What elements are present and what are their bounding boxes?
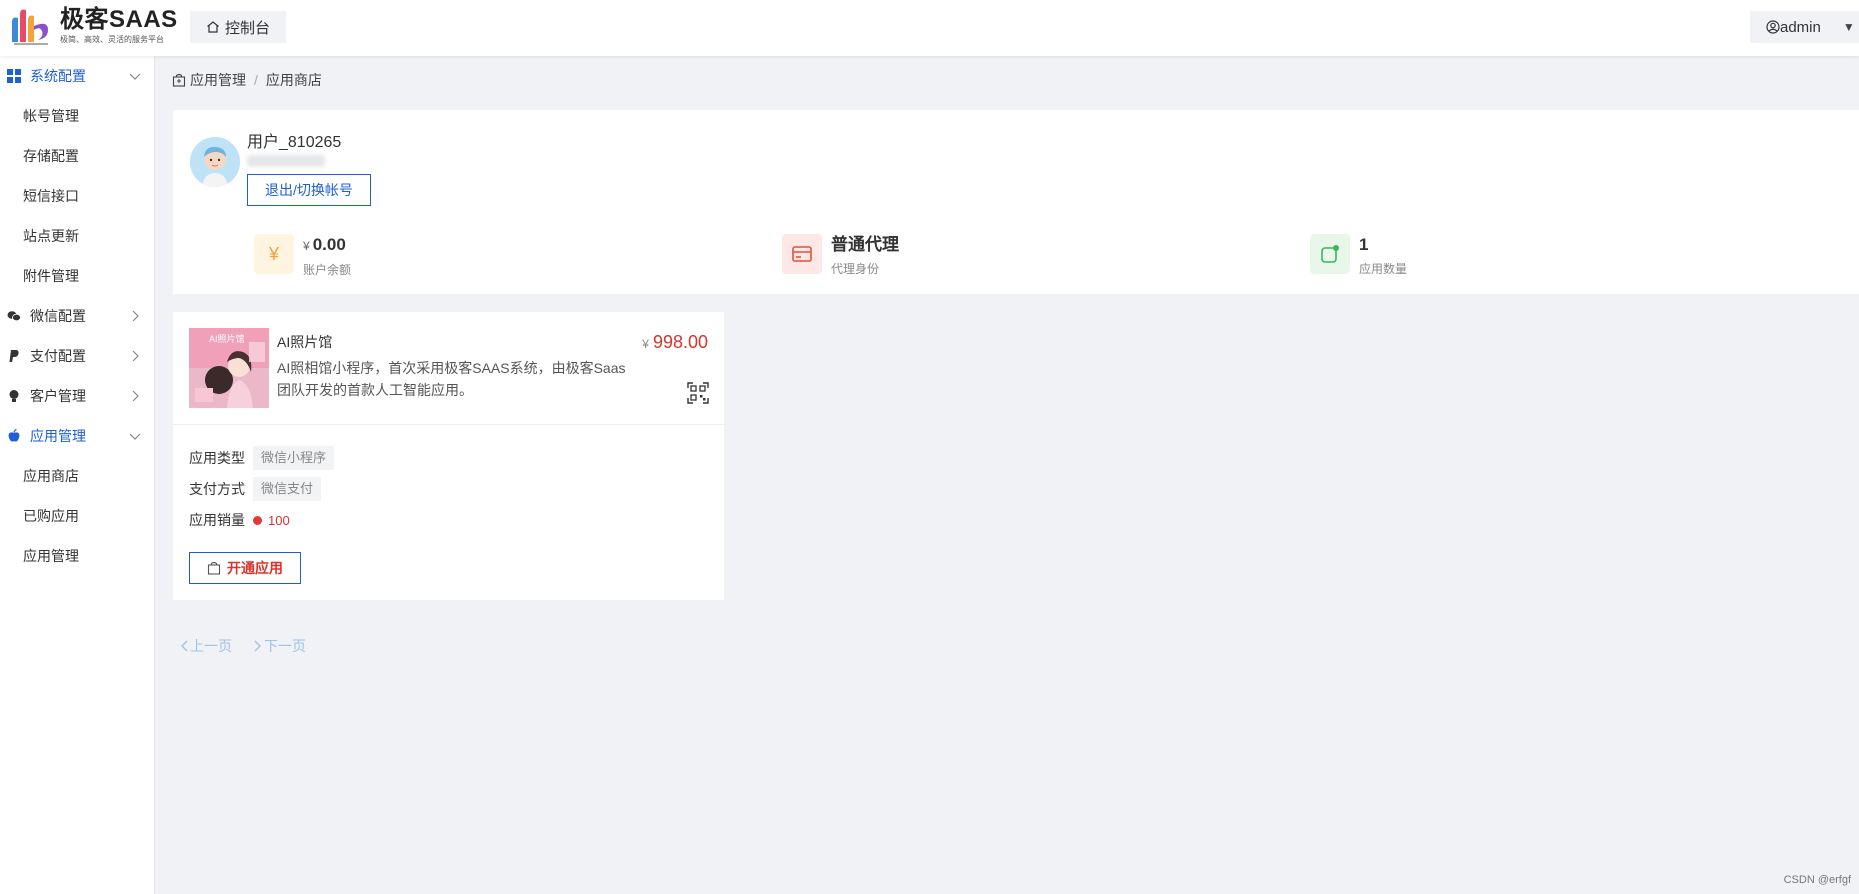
logo-mark-icon	[8, 6, 54, 46]
sidebar-group-apps[interactable]: 应用管理	[0, 416, 154, 456]
breadcrumb-current: 应用商店	[265, 72, 322, 88]
app-price: ¥998.00	[642, 332, 708, 353]
app-pay-label: 支付方式	[189, 481, 245, 497]
qrcode-icon[interactable]	[686, 381, 710, 405]
currency-symbol: ¥	[303, 239, 310, 253]
chevron-right-icon	[132, 390, 139, 402]
app-pay-row: 支付方式 微信支付	[189, 477, 322, 501]
open-app-label: 开通应用	[227, 560, 283, 576]
chevron-right-icon	[132, 350, 139, 362]
app-description: AI照相馆小程序，首次采用极客SAAS系统，由极客Saas团队开发的首款人工智能…	[277, 360, 626, 398]
prev-page-label: 上一页	[190, 638, 232, 654]
app-type-row: 应用类型 微信小程序	[189, 446, 335, 470]
sidebar-group-label: 客户管理	[30, 388, 86, 404]
sidebar-group-label: 支付配置	[30, 348, 86, 364]
sidebar-item-attachments[interactable]: 附件管理	[0, 256, 154, 296]
chevron-down-icon	[129, 433, 141, 440]
console-button[interactable]: 控制台	[190, 11, 287, 43]
sidebar-item-purchased-apps[interactable]: 已购应用	[0, 496, 154, 536]
user-menu-button[interactable]: admin ▼	[1750, 11, 1859, 43]
sidebar-group-wechat[interactable]: 微信配置	[0, 296, 154, 336]
sidebar-item-site-update[interactable]: 站点更新	[0, 216, 154, 256]
app-card[interactable]: AI照片馆 AI照片馆 AI照相馆小程序，首次采用极客SAAS系统，由极客Saa…	[173, 312, 724, 600]
stat-balance: ¥ ¥0.00 账户余额	[254, 234, 351, 278]
breadcrumb-separator: /	[254, 72, 258, 88]
sidebar-group-customers[interactable]: 客户管理	[0, 376, 154, 416]
top-header: 极客SAAS 极简、高效、灵活的服务平台 控制台 admin ▼	[0, 0, 1859, 56]
logo-title: 极客SAAS	[60, 6, 178, 33]
logo-subtitle: 极简、高效、灵活的服务平台	[60, 35, 164, 44]
breadcrumb-parent[interactable]: 应用管理	[190, 70, 246, 90]
next-page-button[interactable]: 下一页	[252, 636, 316, 656]
app-count-label: 应用数量	[1359, 262, 1408, 276]
sidebar-group-label: 微信配置	[30, 308, 86, 324]
app-type-label: 应用类型	[189, 450, 245, 466]
wechat-icon	[7, 309, 21, 323]
breadcrumb: 应用管理 / 应用商店	[172, 70, 322, 90]
apple-icon	[7, 429, 21, 443]
app-pay-tag: 微信支付	[253, 477, 322, 501]
sidebar-item-storage[interactable]: 存储配置	[0, 136, 154, 176]
sales-dot-icon	[253, 515, 262, 525]
balance-value: 0.00	[312, 235, 346, 254]
balance-label: 账户余额	[303, 263, 352, 277]
logo[interactable]: 极客SAAS 极简、高效、灵活的服务平台	[8, 6, 178, 46]
sidebar-group-label: 系统配置	[30, 68, 86, 84]
console-label: 控制台	[225, 19, 271, 37]
pagination: 上一页 下一页	[178, 636, 326, 656]
shopping-bag-icon	[207, 561, 221, 575]
sidebar-group-system[interactable]: 系统配置	[0, 56, 154, 96]
chevron-right-icon	[254, 640, 261, 652]
agent-level-value: 普通代理	[831, 235, 899, 254]
redacted-info	[247, 155, 325, 167]
avatar	[190, 137, 240, 187]
bulb-icon	[7, 389, 21, 403]
user-icon	[1766, 20, 1780, 34]
sidebar-item-app-management[interactable]: 应用管理	[0, 536, 154, 576]
app-thumbnail: AI照片馆	[189, 328, 269, 408]
watermark: CSDN @erfgf	[1783, 874, 1851, 886]
profile-card: 用户_810265 退出/切换帐号 ¥ ¥0.00 账户余额 普通代理 代理身份…	[173, 110, 1859, 294]
sidebar-group-label: 应用管理	[30, 428, 86, 444]
yen-icon: ¥	[254, 234, 294, 274]
sidebar: 系统配置 帐号管理 存储配置 短信接口 站点更新 附件管理 微信配置 支付配置 …	[0, 56, 155, 894]
card-divider	[173, 424, 724, 425]
stat-app-count: 1 应用数量	[1310, 234, 1407, 277]
app-count-icon	[1310, 234, 1350, 274]
app-sales-label: 应用销量	[189, 512, 245, 528]
user-label: admin	[1780, 18, 1821, 36]
caret-down-icon: ▼	[1842, 20, 1855, 34]
chevron-down-icon	[129, 73, 141, 80]
home-icon	[207, 21, 219, 33]
next-page-label: 下一页	[264, 638, 306, 654]
username: 用户_810265	[247, 134, 342, 151]
paypal-icon	[7, 349, 21, 363]
app-count-value: 1	[1359, 235, 1369, 254]
shop-icon	[172, 73, 186, 87]
logout-switch-button[interactable]: 退出/切换帐号	[247, 174, 371, 206]
sidebar-item-accounts[interactable]: 帐号管理	[0, 96, 154, 136]
open-app-button[interactable]: 开通应用	[189, 552, 301, 584]
sidebar-group-payment[interactable]: 支付配置	[0, 336, 154, 376]
stat-agent-level: 普通代理 代理身份	[782, 234, 899, 277]
price-value: 998.00	[652, 332, 708, 352]
app-sales-row: 应用销量 100	[189, 508, 290, 532]
chevron-right-icon	[132, 310, 139, 322]
sidebar-item-app-store[interactable]: 应用商店	[0, 456, 154, 496]
agent-level-label: 代理身份	[831, 262, 880, 276]
card-icon	[782, 234, 822, 274]
grid-icon	[7, 69, 21, 83]
app-sales-value: 100	[268, 512, 290, 528]
app-name: AI照片馆	[277, 334, 333, 350]
app-thumbnail-caption: AI照片馆	[209, 334, 245, 344]
chevron-left-icon	[181, 640, 188, 652]
sidebar-item-sms[interactable]: 短信接口	[0, 176, 154, 216]
price-currency: ¥	[642, 337, 649, 351]
app-type-tag: 微信小程序	[253, 446, 335, 470]
prev-page-button[interactable]: 上一页	[178, 636, 242, 656]
